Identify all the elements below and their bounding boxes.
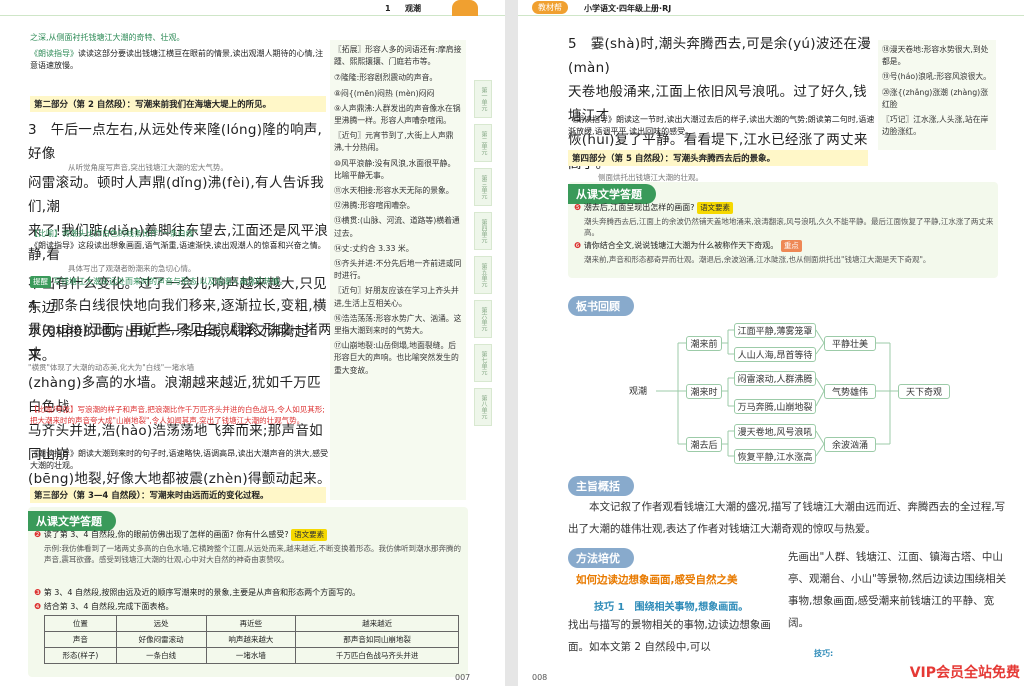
sidebar-note: ⑮齐头并进:不分先后地一齐前进或同时进行。 (334, 259, 462, 281)
board-a1: 漫天卷地,风号浪吼 (734, 424, 816, 439)
para5-guide: 《朗读指导》朗读这一节时,读出大潮过去后的样子,读出大潮的气势;朗读第二句时,语… (568, 115, 875, 136)
method-subtitle: 如何边读边想象画面,感受自然之美 (576, 574, 738, 586)
part3-bar: 第三部分（第 3—4 自然段）：写潮来时由远而近的变化过程。 (30, 487, 326, 503)
board-diagram: 观潮 潮来前 潮来时 潮去后 江面平静,薄雾笼罩 人山人海,昂首等待 闷雷滚动,… (568, 316, 1008, 468)
sidebar-note: 〖近句〗好朋友应该在学习上齐头并进,生活上互相关心。 (334, 286, 459, 308)
para4-guide: 《朗读指导》朗读大潮到来时的句子时,语速略快,语调高昂,读出大潮声音的洪大,感受… (30, 449, 329, 470)
summary-text: 本文记叙了作者观看钱塘江大潮的盛况,描写了钱塘江大潮由远而近、奔腾西去的全过程,… (568, 501, 1006, 535)
sidebar-note: ⑦隆隆:形容剧烈震动的声音。 (334, 73, 438, 83)
board-root: 观潮 (620, 384, 656, 397)
method-title: 方法培优 (568, 548, 634, 568)
left-sidebar: 〖拓展〗形容人多的词语还有:摩肩接踵、熙熙攘攘、门庭若市等。 ⑦隆隆:形容剧烈震… (330, 40, 466, 500)
right-sidebar: ⑱漫天卷地:形容水势很大,到处都是。 ⑲号(háo)浪吼:形容风浪很大。 ⑳涨{(z… (878, 40, 996, 150)
unit-tab[interactable]: 第二单元 (474, 124, 492, 162)
board-r3: 余波汹涌 (824, 437, 876, 452)
left-page: 1 观潮 之深,从侧面衬托钱塘江大潮的奇特、壮观。 《朗读指导》读读这部分要读出… (0, 0, 505, 686)
vip-banner[interactable]: VIP会员全站免费 (910, 662, 1020, 682)
board-b1: 江面平静,薄雾笼罩 (734, 323, 816, 338)
tidian: 提醒 写钱塘江大潮从远处而来时的声音与形态,以及观潮人高涨的热情。 (30, 276, 330, 288)
lesson-num: 1 (385, 4, 391, 13)
sidebar-note: ⑱漫天卷地:形容水势很大,到处都是。 (882, 45, 989, 67)
right-side-list: ⑱漫天卷地:形容水势很大,到处都是。 ⑲号(háo)浪吼:形容风浪很大。 ⑳涨{(z… (878, 40, 996, 145)
unit-tab[interactable]: 第七单元 (474, 344, 492, 382)
subject-title: 小学语文·四年级上册·RJ (584, 4, 672, 13)
unit-tab[interactable]: 第五单元 (474, 256, 492, 294)
sidebar-note: ⑲号(háo)浪吼:形容风浪很大。 (882, 72, 991, 82)
unit-tab[interactable]: 第四单元 (474, 212, 492, 250)
q2: ❷ 读了第 3、4 自然段,你的眼前仿佛出现了怎样的画面? 你有什么感受? 语文… (34, 529, 462, 541)
unit-tab[interactable]: 第六单元 (474, 300, 492, 338)
tip1-text: 找出与描写的景物相关的事物,边读边想象画面。如本文第 2 自然段中,可以 (568, 619, 771, 653)
page-number-right: 008 (532, 673, 548, 682)
lesson-title: 观潮 (405, 4, 421, 13)
board-before: 潮来前 (686, 336, 722, 351)
sidebar-note: 〖巧记〗江水涨,人头涨,站在岸边脸涨红。 (882, 115, 989, 137)
sidebar-note: 〖近句〗元宵节到了,大街上人声鼎沸,十分热闹。 (334, 131, 454, 153)
board-d1: 闷雷滚动,人群沸腾 (734, 371, 816, 386)
unit-tab[interactable]: 第一单元 (474, 80, 492, 118)
part4-bar: 第四部分（第 5 自然段）：写潮头奔腾西去后的景象。 (568, 150, 868, 166)
top-guide: 《朗读指导》读读这部分要读出钱塘江横亘在眼前的情景,读出观潮人期待的心情,注意语… (30, 49, 324, 70)
board-title: 板书回顾 (568, 296, 634, 316)
qa-box: 从课文学答题 ❷ 读了第 3、4 自然段,你的眼前仿佛出现了怎样的画面? 你有什… (28, 507, 468, 677)
top-text: 之深,从侧面衬托钱塘江大潮的奇特、壮观。 (30, 33, 185, 42)
q4: ❹ 结合第 3、4 自然段,完成下面表格。 (34, 602, 174, 611)
sidebar-note: ⑪水天相接:形容水天无际的景象。 (334, 186, 454, 196)
qa-title: 从课文学答题 (28, 511, 116, 531)
right-column-text: 先画出"人群、钱塘江、江面、镇海古塔、中山亭、观潮台、小山"等景物,然后边读边围… (788, 551, 1007, 629)
q5: ❺ 潮去后,江面呈现出怎样的画面? 语文要素 (574, 202, 994, 214)
sidebar-note: ⑧闷{(mēn)闷热 (mèn)闷闷 (334, 88, 435, 98)
answer-table: 位置 远处 再近些 越来越近 声音 好像闷雷滚动 响声越来越大 那声音如同山崩地裂 形态(样… (44, 615, 459, 664)
summary-title: 主旨概括 (568, 476, 634, 496)
q6-answer: 潮来前,声音和形态都奇异而壮观。潮退后,余波汹涌,江水陡涨,也从侧面烘托出"钱塘… (584, 255, 931, 264)
tree-icon (452, 0, 478, 16)
q3: ❸ 第 3、4 自然段,按照由远及近的顺序写潮来时的景象,主要是从声音和形态两个… (34, 588, 361, 597)
board-during: 潮来时 (686, 384, 722, 399)
para3-guide: 《朗读指导》这段读出想象画面,语气渐重,语速渐快,读出观潮人的惊喜和兴奋之情。 (30, 241, 326, 250)
board-r1: 平静壮美 (824, 336, 876, 351)
right-header: 教材帮 小学语文·四年级上册·RJ (518, 0, 1024, 16)
sidebar-note: ⑬横贯:(山脉、河流、道路等)横着通过去。 (334, 216, 460, 238)
board-r2: 气势雄伟 (824, 384, 876, 399)
para3-rhetoric: 【比喻】将潮头比作白色的线条比作"一条白线" (30, 229, 198, 238)
sidebar-note: ⑳涨{(zhǎng)涨潮 (zhàng)涨红脸 (882, 87, 988, 109)
unit-tab[interactable]: 第八单元 (474, 388, 492, 426)
table-row: 声音 好像闷雷滚动 响声越来越大 那声音如同山崩地裂 (44, 631, 459, 648)
board-after: 潮去后 (686, 437, 722, 452)
tip2-label: 技巧: (814, 649, 834, 658)
left-header: 1 观潮 (0, 0, 505, 16)
unit-tab[interactable]: 第三单元 (474, 168, 492, 206)
page-number: 007 (455, 673, 471, 682)
sidebar-note: ⑭丈:丈约合 3.33 米。 (334, 243, 414, 253)
board-final: 天下奇观 (898, 384, 950, 399)
para4-rhetoric: 【比喻/夸张】写浪潮的样子和声音,把浪潮比作千万匹齐头并进的白色战马,令人如见其… (30, 405, 325, 425)
sidebar-note: ⑨人声鼎沸:人群发出的声音像水在锅里沸腾一样。形容人声嘈杂喧闹。 (334, 103, 461, 126)
q6: ❻ 请你结合全文,说说钱塘江大潮为什么被称作天下奇观。 重点 (574, 240, 994, 252)
board-a2: 恢复平静,江水涨高 (734, 449, 816, 464)
brand-badge: 教材帮 (532, 1, 568, 14)
sidebar-note: ⑰山崩地裂:山岳倒塌,地面裂缝。后形容巨大的声响。也比喻突然发生的重大变故。 (334, 341, 459, 375)
board-d2: 万马奔腾,山崩地裂 (734, 399, 816, 414)
q5-answer: 潮头奔腾西去后,江面上的余波仍然铺天盖地地涌来,浪涛翻滚,风号浪吼,久久不能平静… (584, 217, 994, 237)
sidebar-note: ⑯浩浩荡荡:形容水势广大、汹涌。这里指大潮到来时的气势大。 (334, 313, 462, 336)
qa-box-right: 从课文学答题 ❺ 潮去后,江面呈现出怎样的画面? 语文要素 潮头奔腾西去后,江面… (568, 182, 998, 278)
sidebar-note: ⑩风平浪静:没有风浪,水面很平静。比喻平静无事。 (334, 158, 456, 180)
sidebar-note: ⑫沸腾:形容喧闹嘈杂。 (334, 201, 415, 211)
left-side-list: ⑦隆隆:形容剧烈震动的声音。 ⑧闷{(mēn)闷热 (mèn)闷闷 ⑨人声鼎沸:人群… (330, 72, 466, 376)
tip1: 技巧 1 围绕相关事物,想象画面。 (594, 602, 749, 613)
qa-title-right: 从课文学答题 (568, 184, 656, 204)
table-row: 位置 远处 再近些 越来越近 (44, 615, 459, 632)
part2-bar: 第二部分（第 2 自然段）：写潮来前我们在海塘大堤上的所见。 (30, 96, 326, 112)
table-row: 形态(样子) 一条白线 一堵水墙 千万匹白色战马齐头并进 (44, 647, 459, 664)
right-page: 教材帮 小学语文·四年级上册·RJ 5 霎(shà)时,潮头奔腾西去,可是余(y… (518, 0, 1024, 686)
q2-answer: 示例:我仿佛看到了一堵两丈多高的白色水墙,它横跨整个江面,从远处而来,越来越近,… (44, 544, 462, 564)
board-b2: 人山人海,昂首等待 (734, 347, 816, 362)
